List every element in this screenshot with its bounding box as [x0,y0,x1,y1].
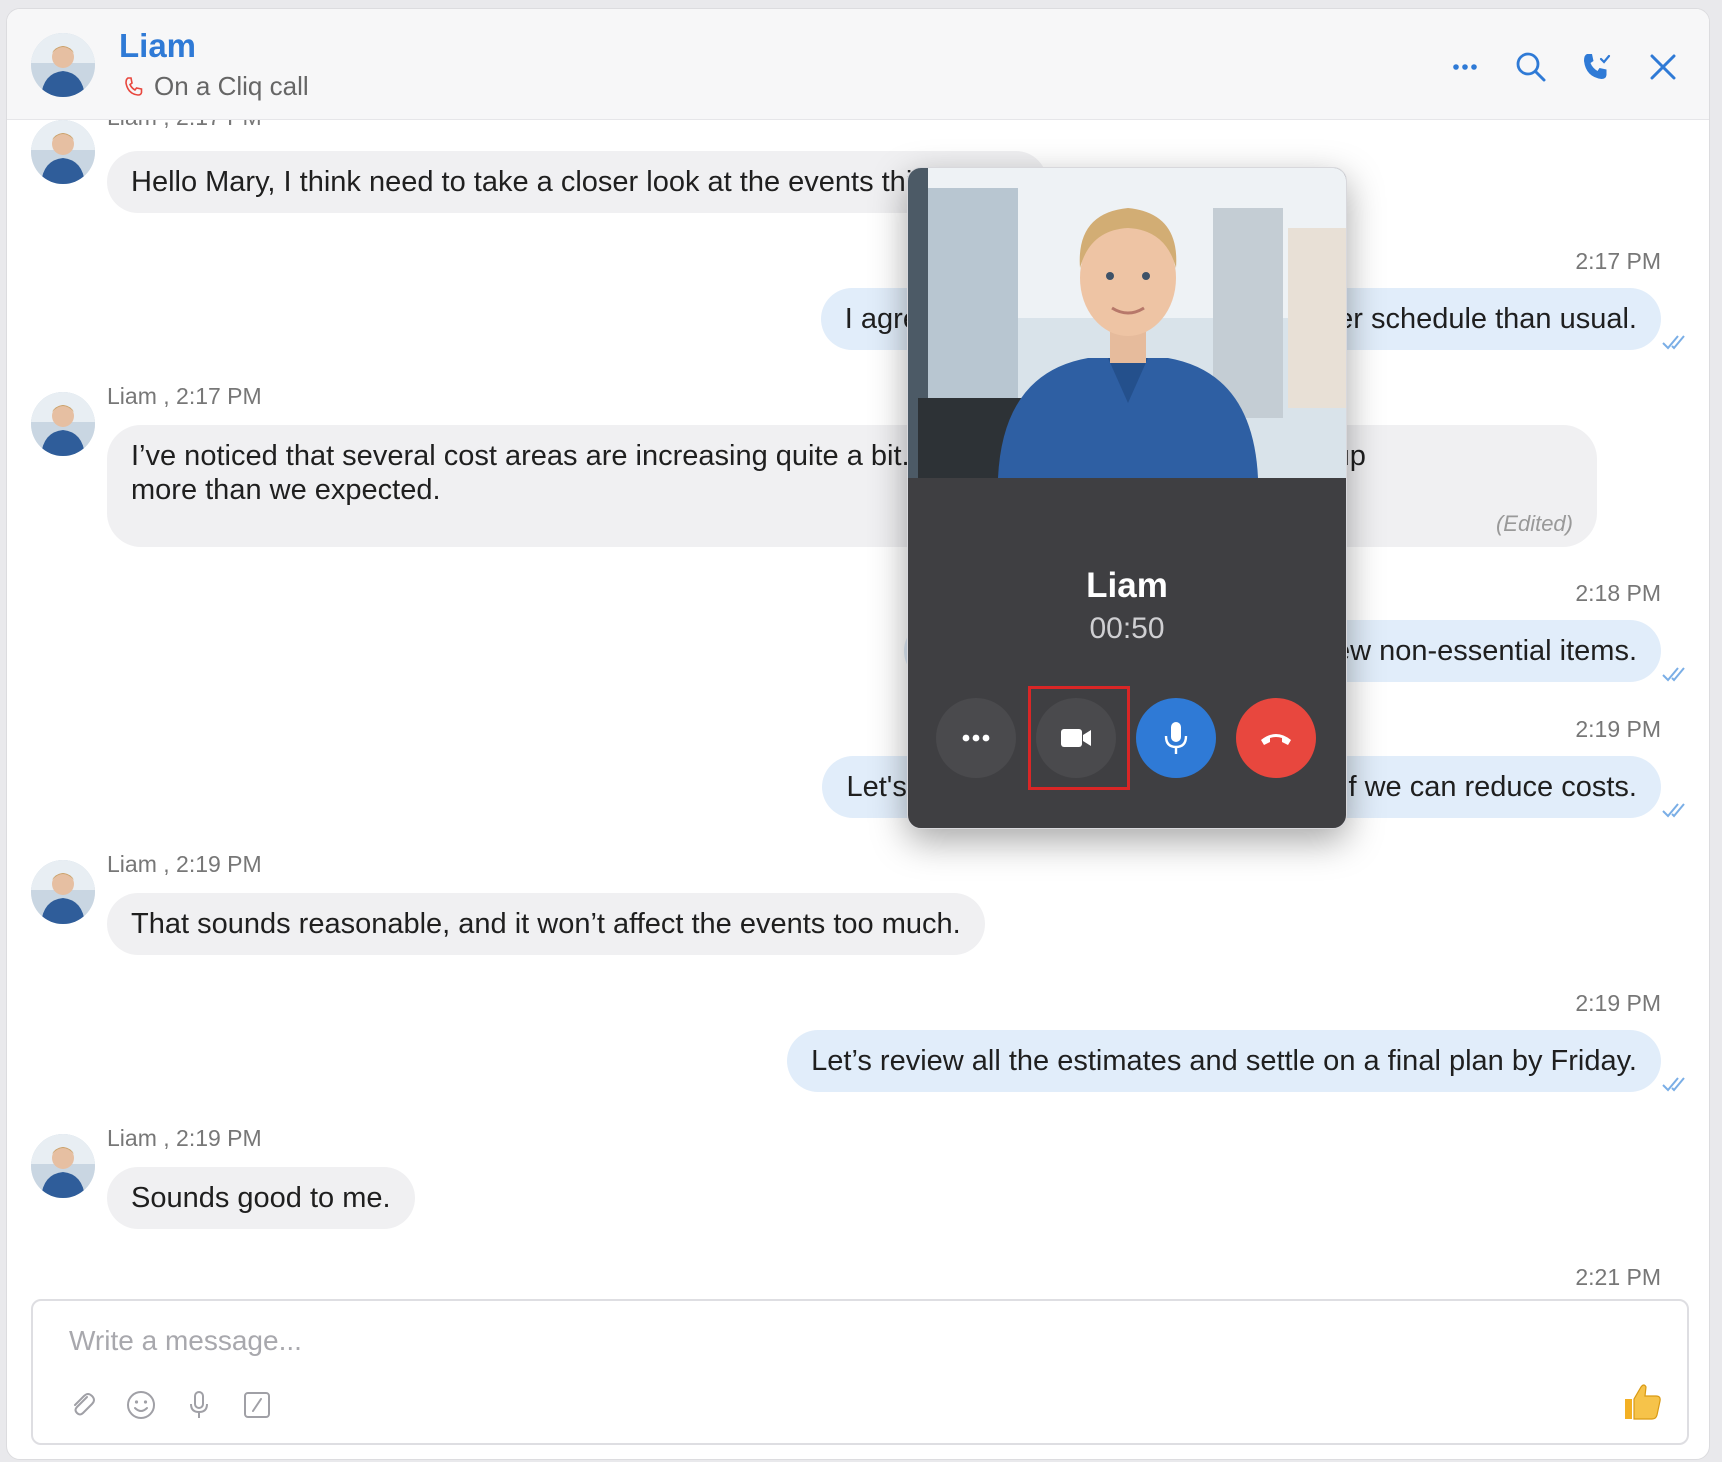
outgoing-message[interactable]: Let’s review all the estimates and settl… [787,1030,1661,1092]
voice-icon[interactable] [183,1389,215,1421]
read-receipt-icon [1661,1074,1691,1094]
status-text: On a Cliq call [154,71,309,101]
phone-status-icon [125,76,143,96]
contact-name[interactable]: Liam [119,27,196,65]
search-icon[interactable] [1513,49,1549,85]
read-receipt-icon [1661,664,1691,684]
incoming-message[interactable]: That sounds reasonable, and it won’t aff… [107,893,985,955]
microphone-icon [1164,722,1188,754]
incoming-message[interactable]: Sounds good to me. [107,1167,415,1229]
message-meta: Liam , 2:19 PM [107,1125,262,1151]
read-receipt-icon [1661,800,1691,820]
avatar[interactable] [31,392,95,456]
attach-icon[interactable] [67,1389,99,1421]
avatar[interactable] [31,1134,95,1198]
mute-button[interactable] [1136,698,1216,778]
call-status: On a Cliq call [122,71,309,102]
format-icon[interactable] [241,1389,273,1421]
chat-header: Liam On a Cliq call [7,9,1709,120]
message-time: 2:19 PM [1575,716,1661,742]
header-actions [1447,49,1681,85]
more-icon [962,734,990,742]
avatar[interactable] [31,860,95,924]
message-meta: Liam , 2:19 PM [107,851,262,877]
message-list[interactable]: Liam , 2:17 PM Hello Mary, I think need … [7,120,1709,1300]
message-time: 2:19 PM [1575,990,1661,1016]
highlight-box [1028,686,1130,790]
emoji-icon[interactable] [125,1389,157,1421]
end-call-button[interactable] [1236,698,1316,778]
composer-tools [67,1389,273,1421]
message-composer [31,1299,1689,1445]
message-input[interactable] [69,1319,1569,1363]
chat-window: Liam On a Cliq call Liam , 2:17 PM [6,8,1710,1460]
call-window[interactable]: Liam 00:50 [907,167,1347,829]
read-receipt-icon [1661,332,1691,352]
message-time: 2:17 PM [1575,248,1661,274]
incoming-message[interactable]: I’ve noticed that several cost areas are… [107,425,1597,547]
message-time: 2:21 PM [1575,1264,1661,1290]
call-duration: 00:50 [1089,612,1165,645]
call-icon[interactable] [1579,49,1615,85]
message-meta: Liam , 2:17 PM [107,383,262,409]
edited-label: (Edited) [1495,511,1573,536]
avatar[interactable] [31,120,95,184]
hang-up-icon [1261,734,1291,745]
call-more-button[interactable] [936,698,1016,778]
message-text-line: more than we expected. [131,474,441,506]
remote-video [908,168,1346,478]
thumbs-up-icon[interactable] [1619,1379,1665,1425]
message-text-line: I’ve noticed that several cost areas are… [131,440,1366,472]
avatar[interactable] [31,33,95,97]
close-icon[interactable] [1645,49,1681,85]
message-time: 2:18 PM [1575,580,1661,606]
more-icon[interactable] [1447,49,1483,85]
caller-name: Liam [1086,566,1168,605]
message-meta: Liam , 2:17 PM [107,120,262,131]
